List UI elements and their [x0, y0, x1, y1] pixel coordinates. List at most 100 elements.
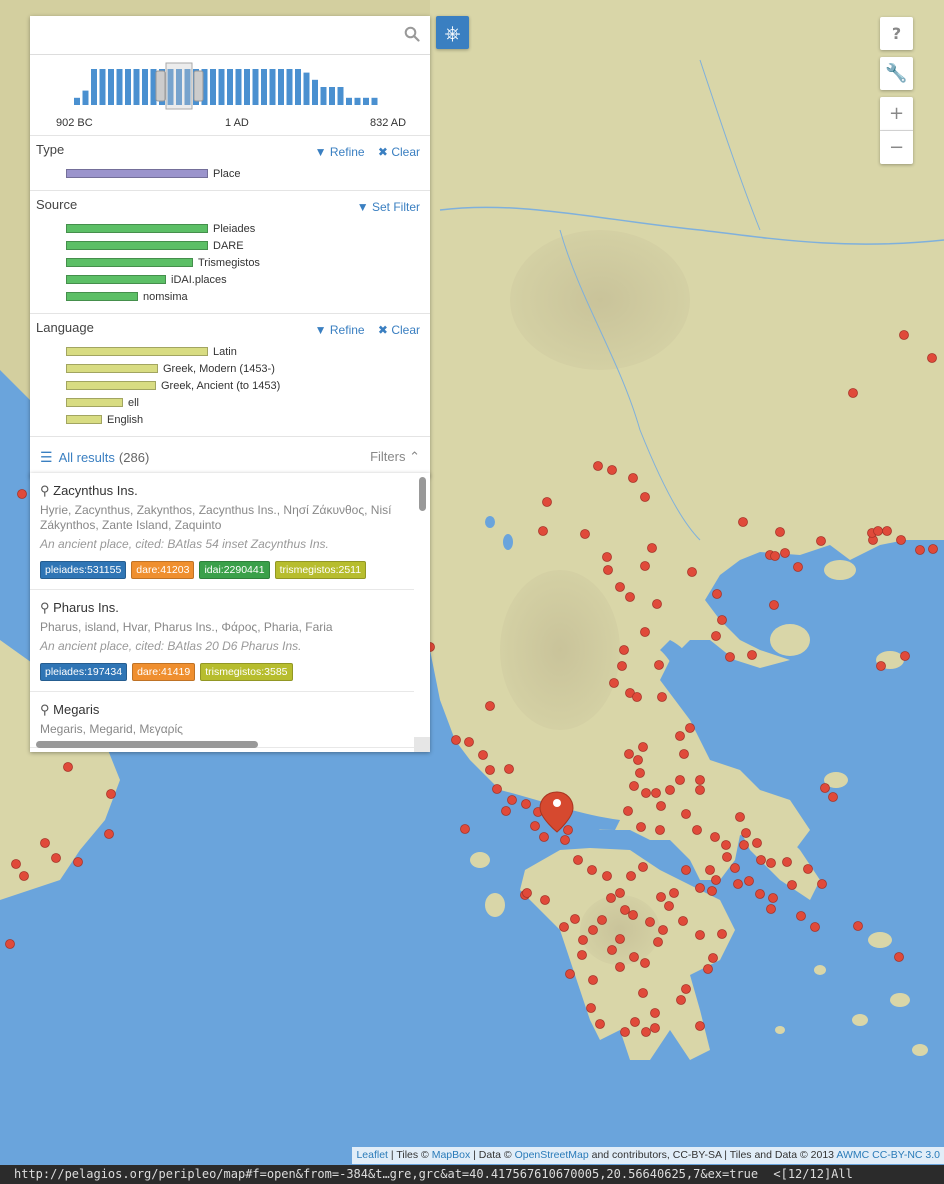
site-marker[interactable] [721, 840, 731, 850]
site-marker[interactable] [563, 825, 573, 835]
source-tag[interactable]: trismegistos:3585 [200, 663, 293, 681]
site-marker[interactable] [106, 789, 116, 799]
site-marker[interactable] [744, 876, 754, 886]
site-marker[interactable] [636, 822, 646, 832]
site-marker[interactable] [873, 526, 883, 536]
site-marker[interactable] [530, 821, 540, 831]
site-marker[interactable] [695, 1021, 705, 1031]
source-tag[interactable]: dare:41203 [131, 561, 195, 579]
site-marker[interactable] [730, 863, 740, 873]
site-marker[interactable] [620, 1027, 630, 1037]
site-marker[interactable] [817, 879, 827, 889]
site-marker[interactable] [607, 945, 617, 955]
site-marker[interactable] [5, 939, 15, 949]
source-facet-item[interactable]: nomsima [66, 288, 424, 305]
site-marker[interactable] [560, 835, 570, 845]
site-marker[interactable] [635, 768, 645, 778]
site-marker[interactable] [853, 921, 863, 931]
site-marker[interactable] [928, 544, 938, 554]
language-refine-button[interactable]: ▼ Refine [315, 323, 365, 337]
site-marker[interactable] [577, 950, 587, 960]
source-set-filter-button[interactable]: ▼ Set Filter [357, 200, 420, 214]
site-marker[interactable] [695, 785, 705, 795]
site-marker[interactable] [894, 952, 904, 962]
result-item[interactable]: ⚲ Pharus Ins. Pharus, island, Hvar, Pharu… [30, 590, 414, 692]
site-marker[interactable] [707, 886, 717, 896]
site-marker[interactable] [769, 600, 779, 610]
site-marker[interactable] [638, 862, 648, 872]
results-list[interactable]: ⚲ Zacynthus Ins. Hyrie, Zacynthus, Zakynt… [30, 473, 430, 752]
site-marker[interactable] [522, 888, 532, 898]
site-marker[interactable] [650, 1023, 660, 1033]
site-marker[interactable] [900, 651, 910, 661]
site-marker[interactable] [756, 855, 766, 865]
filters-toggle[interactable]: Filters ⌃ [370, 449, 420, 465]
site-marker[interactable] [625, 592, 635, 602]
site-marker[interactable] [876, 661, 886, 671]
source-tag[interactable]: pleiades:197434 [40, 663, 128, 681]
site-marker[interactable] [793, 562, 803, 572]
site-marker[interactable] [615, 582, 625, 592]
site-marker[interactable] [676, 995, 686, 1005]
result-item[interactable]: ⚲ Megaris Megaris, Megarid, Μεγαρίς [30, 692, 414, 748]
site-marker[interactable] [768, 893, 778, 903]
site-marker[interactable] [717, 615, 727, 625]
site-marker[interactable] [816, 536, 826, 546]
site-marker[interactable] [623, 806, 633, 816]
type-clear-button[interactable]: ✖ Clear [378, 145, 420, 159]
site-marker[interactable] [915, 545, 925, 555]
horizontal-scrollbar[interactable] [36, 741, 258, 748]
source-tag[interactable]: trismegistos:2511 [274, 561, 367, 579]
site-marker[interactable] [460, 824, 470, 834]
site-marker[interactable] [640, 627, 650, 637]
site-marker[interactable] [752, 838, 762, 848]
site-marker[interactable] [17, 489, 27, 499]
site-marker[interactable] [678, 916, 688, 926]
site-marker[interactable] [679, 749, 689, 759]
site-marker[interactable] [665, 785, 675, 795]
site-marker[interactable] [722, 852, 732, 862]
site-marker[interactable] [507, 795, 517, 805]
site-marker[interactable] [681, 984, 691, 994]
site-marker[interactable] [602, 871, 612, 881]
site-marker[interactable] [717, 929, 727, 939]
site-marker[interactable] [828, 792, 838, 802]
leaflet-link[interactable]: Leaflet [356, 1149, 388, 1161]
result-title[interactable]: Zacynthus Ins. [53, 483, 138, 498]
site-marker[interactable] [685, 723, 695, 733]
site-marker[interactable] [782, 857, 792, 867]
site-marker[interactable] [628, 910, 638, 920]
site-marker[interactable] [615, 934, 625, 944]
site-marker[interactable] [464, 737, 474, 747]
site-marker[interactable] [705, 865, 715, 875]
site-marker[interactable] [725, 652, 735, 662]
site-marker[interactable] [766, 858, 776, 868]
site-marker[interactable] [735, 812, 745, 822]
site-marker[interactable] [559, 922, 569, 932]
site-marker[interactable] [651, 788, 661, 798]
site-marker[interactable] [766, 904, 776, 914]
site-marker[interactable] [501, 806, 511, 816]
site-marker[interactable] [710, 832, 720, 842]
site-marker[interactable] [641, 788, 651, 798]
site-marker[interactable] [640, 561, 650, 571]
site-marker[interactable] [810, 922, 820, 932]
source-tag[interactable]: pleiades:531155 [40, 561, 127, 579]
site-marker[interactable] [620, 905, 630, 915]
source-tag[interactable]: dare:41419 [132, 663, 196, 681]
site-marker[interactable] [586, 1003, 596, 1013]
site-marker[interactable] [538, 526, 548, 536]
site-marker[interactable] [927, 353, 937, 363]
source-facet-item[interactable]: Trismegistos [66, 254, 424, 271]
site-marker[interactable] [540, 895, 550, 905]
time-handle-right[interactable] [193, 70, 204, 102]
site-marker[interactable] [796, 911, 806, 921]
site-marker[interactable] [820, 783, 830, 793]
site-marker[interactable] [629, 781, 639, 791]
site-marker[interactable] [675, 731, 685, 741]
tools-button[interactable]: 🔧 [880, 57, 913, 90]
site-marker[interactable] [573, 855, 583, 865]
site-marker[interactable] [638, 742, 648, 752]
site-marker[interactable] [896, 535, 906, 545]
site-marker[interactable] [521, 799, 531, 809]
